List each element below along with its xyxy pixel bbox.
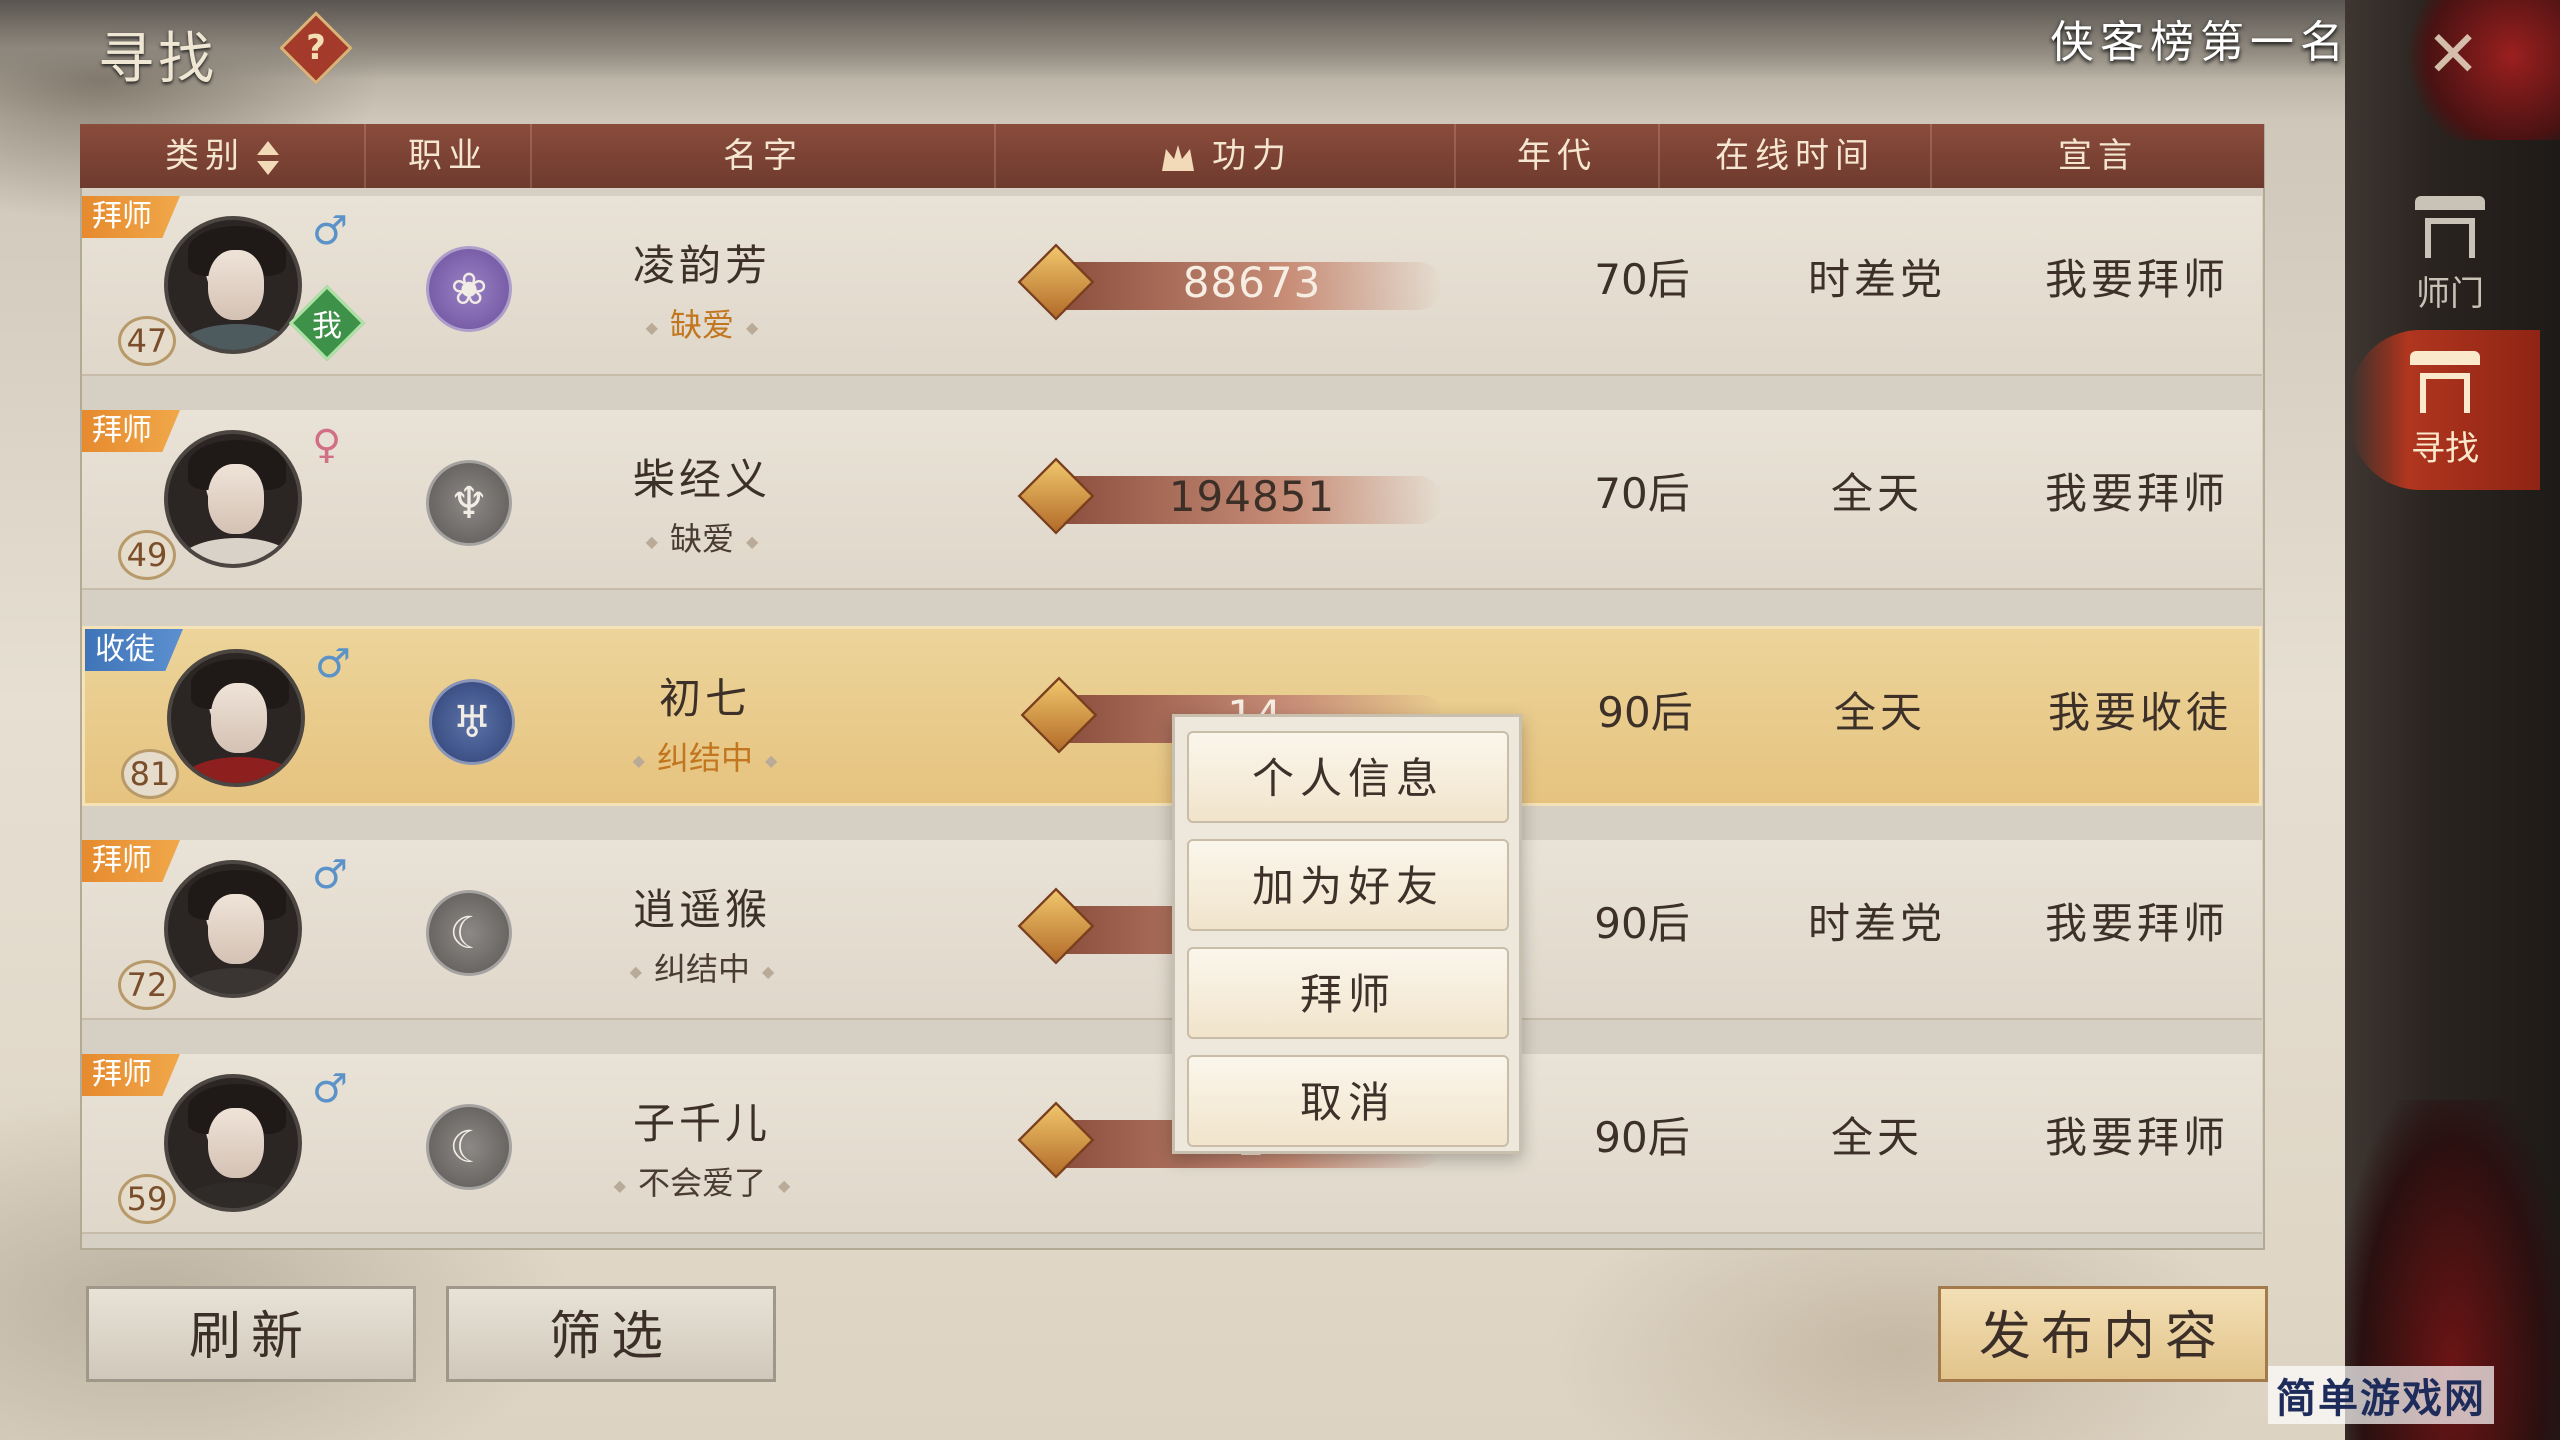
avatar[interactable]	[164, 1074, 302, 1212]
player-name: 子千儿	[632, 1099, 771, 1148]
declaration: 我要拜师	[2044, 899, 2229, 948]
header-job: 职业	[366, 124, 532, 188]
avatar[interactable]	[164, 216, 302, 354]
title-bar	[0, 0, 2345, 80]
context-menu: 个人信息 加为好友 拜师 取消	[1172, 714, 1522, 1154]
menu-item-profile[interactable]: 个人信息	[1187, 731, 1509, 823]
avatar[interactable]	[167, 649, 305, 787]
job-sword-icon: ♆	[426, 460, 512, 546]
era: 90后	[1594, 1113, 1690, 1162]
header-era: 年代	[1456, 124, 1660, 188]
refresh-button[interactable]: 刷新	[86, 1286, 416, 1382]
relation-status: 纠结中	[562, 944, 842, 990]
tab-shimen[interactable]: 师门	[2370, 180, 2530, 330]
category-tag: 拜师	[82, 196, 180, 238]
publish-button[interactable]: 发布内容	[1938, 1286, 2268, 1382]
tab-shimen-label: 师门	[2416, 273, 2484, 314]
era: 70后	[1594, 469, 1690, 518]
level-badge: 72	[118, 960, 176, 1010]
close-icon[interactable]: ✕	[2418, 20, 2488, 90]
watermark: 简单游戏网	[2268, 1366, 2494, 1424]
female-icon: ♀	[312, 422, 342, 468]
online-time: 全天	[1833, 688, 1926, 737]
filter-button[interactable]: 筛选	[446, 1286, 776, 1382]
table-header: 类别 职业 名字 功力 年代 在线时间 宣言	[80, 124, 2264, 188]
declaration: 我要拜师	[2044, 469, 2229, 518]
declaration: 我要拜师	[2044, 1113, 2229, 1162]
male-icon: ♂	[312, 208, 348, 254]
job-wing-icon: ♅	[429, 679, 515, 765]
header-category[interactable]: 类别	[80, 124, 366, 188]
online-time: 全天	[1830, 1113, 1923, 1162]
table-row[interactable]: 拜师 49 ♀ ♆ 柴经义 缺爱 194851 70后 全天 我要拜师	[82, 410, 2262, 590]
power-bar: 194851	[1017, 457, 1442, 535]
online-time: 时差党	[1807, 255, 1946, 304]
online-time: 全天	[1830, 469, 1923, 518]
declaration: 我要拜师	[2044, 255, 2229, 304]
tab-xunzhao[interactable]: 寻找	[2350, 330, 2540, 490]
job-moon-icon: ☾	[426, 1104, 512, 1190]
job-fan-icon: ❀	[426, 246, 512, 332]
level-badge: 59	[118, 1174, 176, 1224]
job-moon-icon: ☾	[426, 890, 512, 976]
category-tag: 收徒	[85, 629, 183, 671]
category-tag: 拜师	[82, 840, 180, 882]
relation-status: 不会爱了	[562, 1158, 842, 1204]
male-icon: ♂	[312, 1066, 348, 1112]
male-icon: ♂	[312, 852, 348, 898]
level-badge: 47	[118, 316, 176, 366]
relation-status: 缺爱	[562, 514, 842, 560]
help-icon: ?	[306, 28, 326, 68]
gate-icon	[2415, 195, 2485, 258]
level-badge: 49	[118, 530, 176, 580]
era: 70后	[1594, 255, 1690, 304]
level-badge: 81	[121, 749, 179, 799]
player-name: 柴经义	[632, 455, 771, 504]
header-power: 功力	[996, 124, 1456, 188]
power-value: 194851	[1168, 472, 1336, 521]
sort-icon	[257, 140, 279, 175]
declaration: 我要收徒	[2047, 688, 2232, 737]
player-name: 凌韵芳	[632, 241, 771, 290]
power-value: 88673	[1182, 258, 1322, 307]
gate-icon	[2410, 350, 2480, 413]
header-name: 名字	[532, 124, 996, 188]
category-tag: 拜师	[82, 1054, 180, 1096]
era: 90后	[1597, 688, 1693, 737]
menu-item-add-friend[interactable]: 加为好友	[1187, 839, 1509, 931]
page-title: 寻找	[98, 27, 218, 92]
online-time: 时差党	[1807, 899, 1946, 948]
era: 90后	[1594, 899, 1690, 948]
table-row[interactable]: 拜师 47 ♂ 我 ❀ 凌韵芳 缺爱 88673 70后 时差党 我要拜师	[82, 196, 2262, 376]
header-online: 在线时间	[1660, 124, 1932, 188]
menu-item-cancel[interactable]: 取消	[1187, 1055, 1509, 1147]
relation-status: 缺爱	[562, 300, 842, 346]
menu-item-apprentice[interactable]: 拜师	[1187, 947, 1509, 1039]
category-tag: 拜师	[82, 410, 180, 452]
header-declaration: 宣言	[2058, 136, 2138, 176]
avatar[interactable]	[164, 430, 302, 568]
avatar[interactable]	[164, 860, 302, 998]
power-bar: 88673	[1017, 243, 1442, 321]
relation-status: 纠结中	[565, 733, 845, 779]
crown-icon	[1162, 144, 1194, 171]
player-name: 逍遥猴	[632, 885, 771, 934]
male-icon: ♂	[315, 641, 351, 687]
player-name: 初七	[658, 674, 751, 723]
tab-xunzhao-label: 寻找	[2411, 428, 2479, 469]
